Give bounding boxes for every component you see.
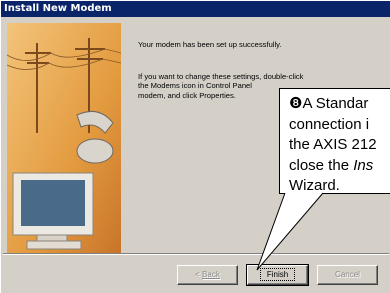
wizard-illustration <box>7 23 121 255</box>
cancel-button[interactable]: Cancel <box>317 265 378 285</box>
callout-line: ❽A Standar <box>289 93 390 115</box>
callout-line: connection i <box>289 115 370 133</box>
callout-text: A Standar <box>302 95 369 112</box>
window-title: Install New Modem <box>4 3 112 14</box>
success-message: Your modem has been set up successfully. <box>138 40 282 49</box>
annotation-callout: ❽A Standar connection i the AXIS 212 clo… <box>279 88 390 194</box>
callout-number: ❽ <box>289 94 303 112</box>
callout-line: the AXIS 212 <box>289 136 377 153</box>
back-button[interactable]: < Back <box>177 265 238 285</box>
cancel-label: Cancel <box>335 270 360 279</box>
back-label: Back <box>202 270 220 279</box>
title-bar[interactable]: Install New Modem <box>1 1 390 17</box>
finish-button[interactable]: Finish <box>246 264 309 286</box>
separator-highlight <box>3 254 389 255</box>
callout-italic-text: Ins <box>353 156 374 174</box>
back-prefix: < <box>195 270 203 279</box>
callout-line: Wizard. <box>289 177 340 194</box>
callout-text: close the <box>289 156 354 174</box>
callout-line: close the Ins <box>289 156 390 177</box>
instructions-line: If you want to change these settings, do… <box>138 72 304 81</box>
finish-label: Finish <box>259 268 296 281</box>
